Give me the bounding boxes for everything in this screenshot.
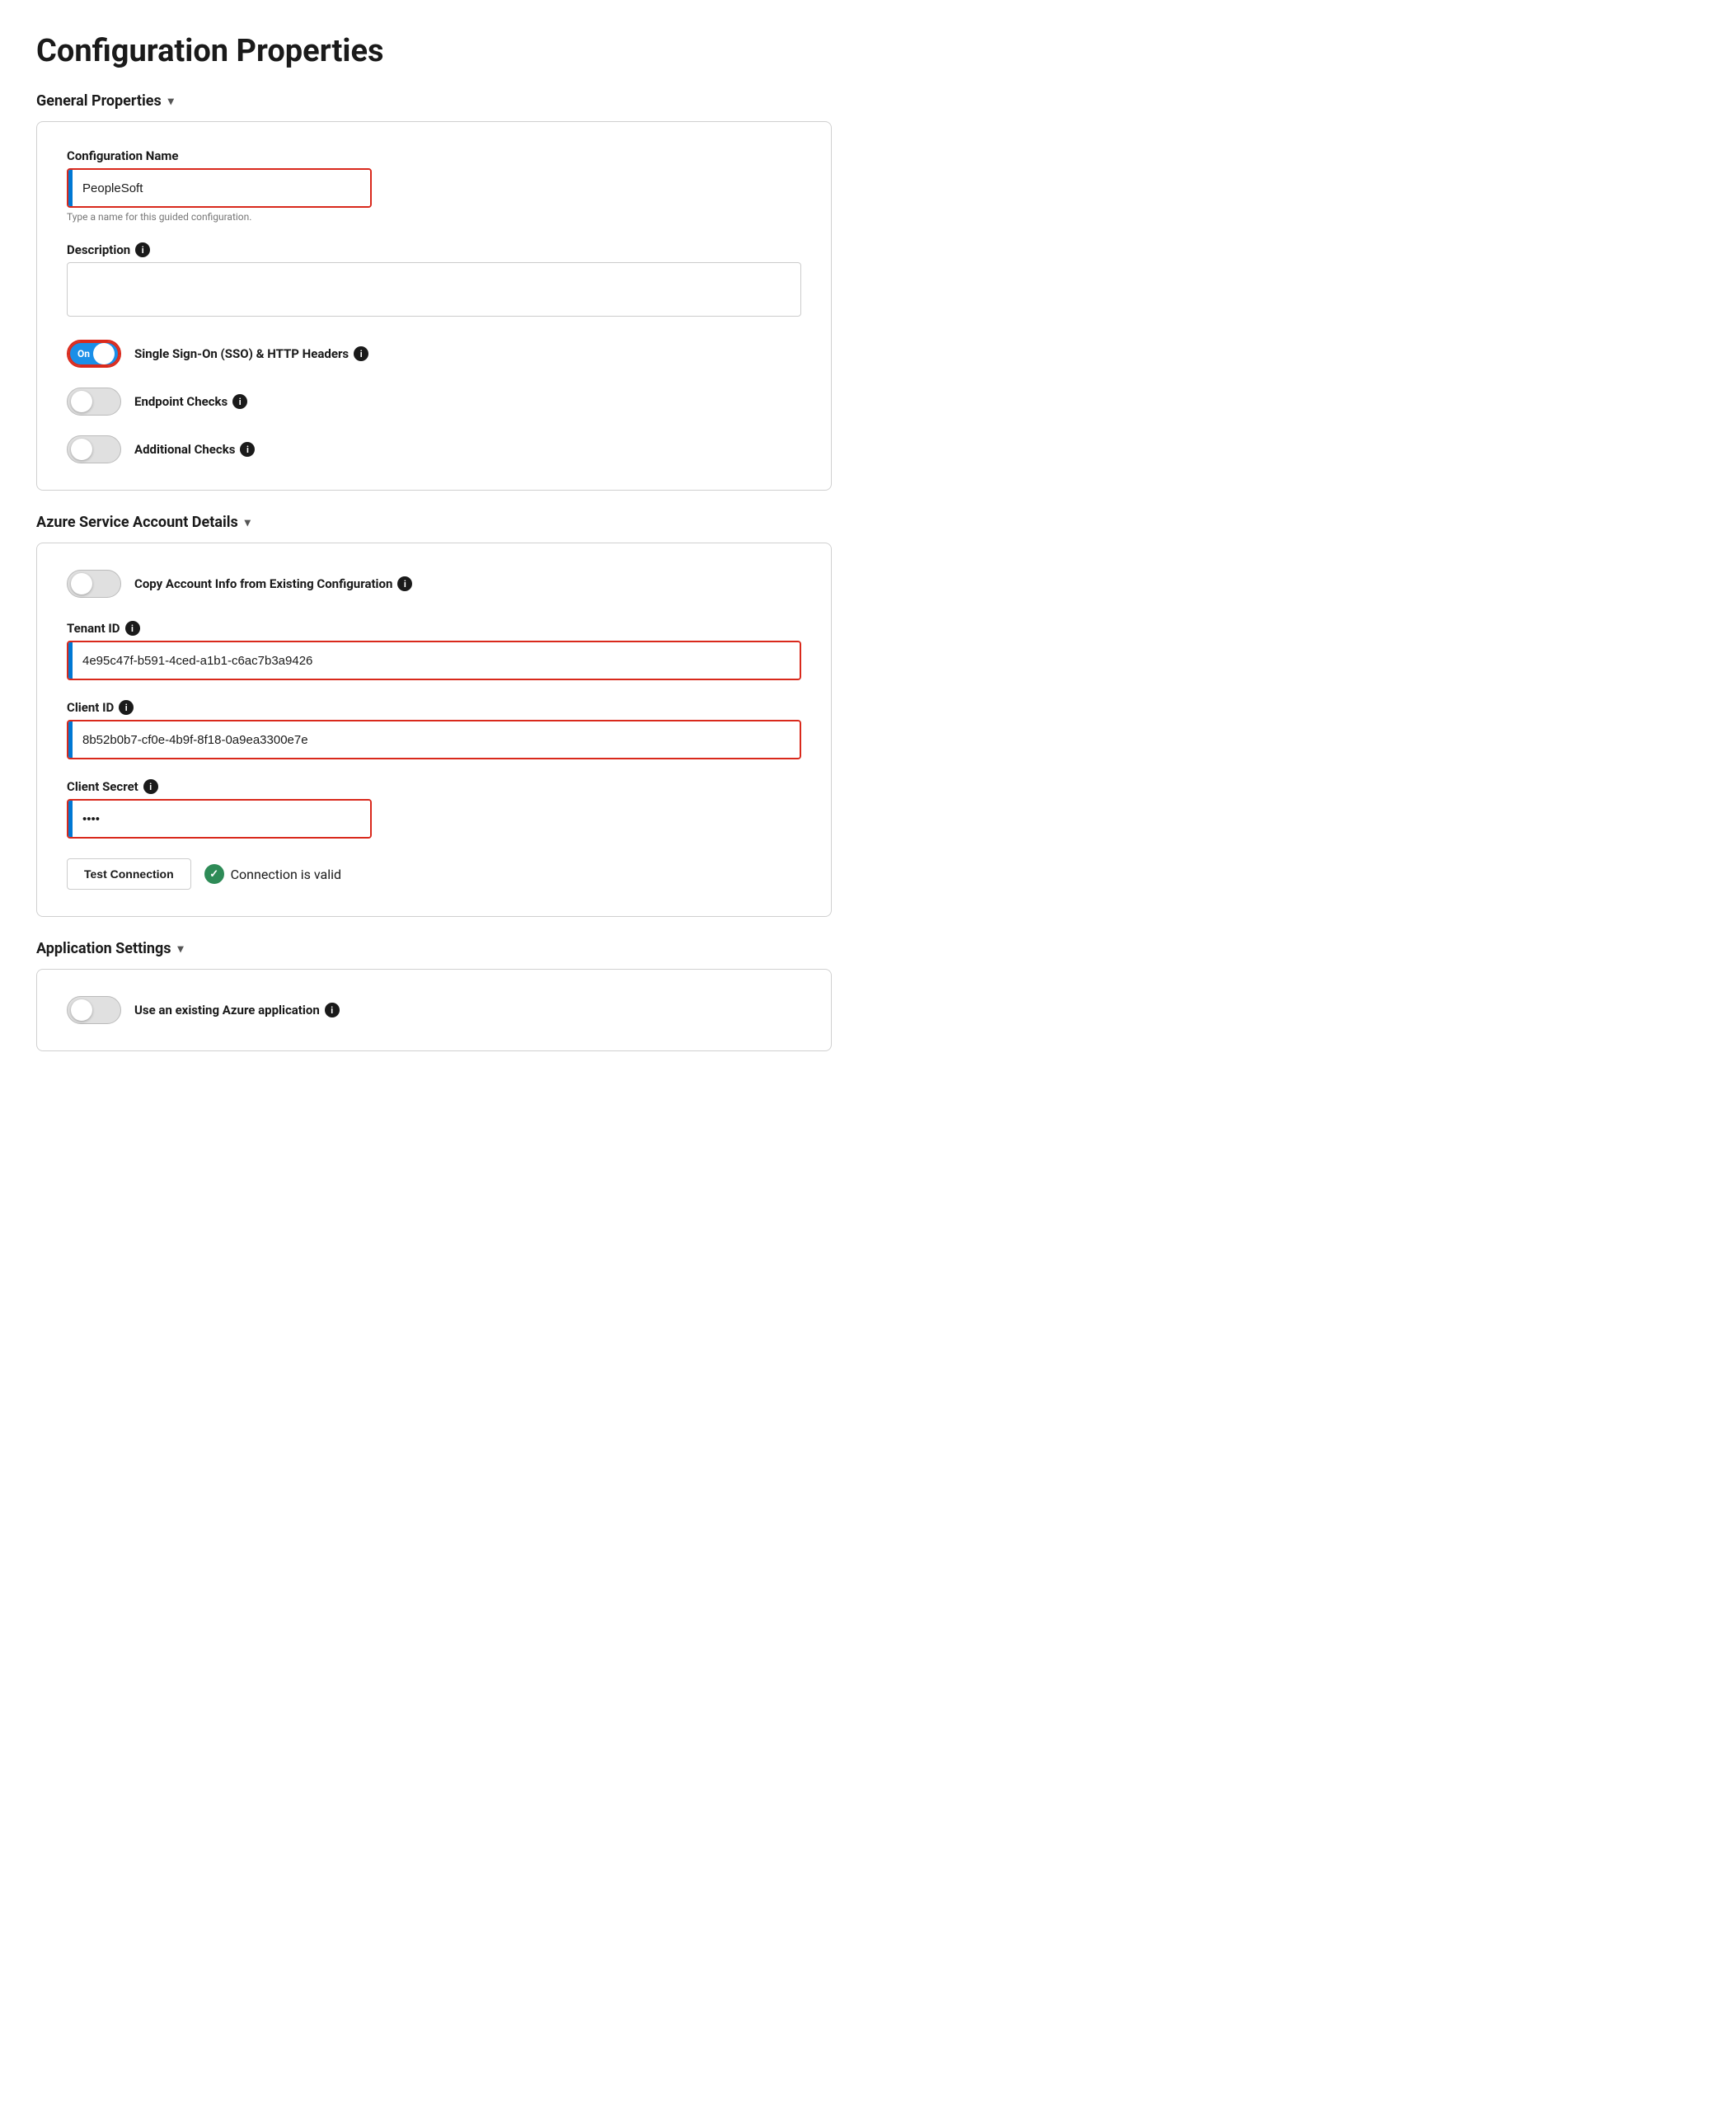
description-label: Description i — [67, 242, 801, 257]
existing-app-toggle-row: Use an existing Azure application i — [67, 996, 801, 1024]
existing-app-knob — [71, 999, 92, 1021]
copy-account-toggle-row: Copy Account Info from Existing Configur… — [67, 570, 801, 598]
client-secret-input[interactable] — [73, 801, 370, 837]
additional-label: Additional Checks i — [134, 442, 255, 457]
general-properties-chevron[interactable]: ▾ — [168, 95, 174, 108]
client-id-input-wrap — [67, 720, 801, 759]
test-connection-button[interactable]: Test Connection — [67, 858, 191, 890]
additional-toggle-row: Additional Checks i — [67, 435, 801, 463]
existing-app-track — [67, 996, 121, 1024]
config-name-label: Configuration Name — [67, 148, 801, 163]
config-name-red-border — [67, 168, 372, 208]
tenant-id-info-icon[interactable]: i — [125, 621, 140, 636]
azure-service-card: Copy Account Info from Existing Configur… — [36, 543, 832, 917]
tenant-id-group: Tenant ID i — [67, 621, 801, 680]
sso-toggle-row: On Single Sign-On (SSO) & HTTP Headers i — [67, 340, 801, 368]
general-properties-card: Configuration Name Type a name for this … — [36, 121, 832, 491]
endpoint-toggle[interactable] — [67, 388, 121, 416]
additional-knob — [71, 439, 92, 460]
description-group: Description i — [67, 242, 801, 320]
tenant-id-label: Tenant ID i — [67, 621, 801, 636]
general-properties-header: General Properties ▾ — [36, 92, 832, 110]
copy-account-label: Copy Account Info from Existing Configur… — [134, 576, 412, 591]
client-secret-group: Client Secret i — [67, 779, 801, 839]
connection-status: ✓ Connection is valid — [204, 864, 341, 884]
description-input[interactable] — [67, 262, 801, 317]
tenant-id-input-wrap — [67, 641, 801, 680]
existing-app-info-icon[interactable]: i — [325, 1003, 340, 1017]
endpoint-knob — [71, 391, 92, 412]
config-name-input[interactable] — [73, 170, 370, 206]
sso-on-label: On — [77, 348, 90, 359]
sso-toggle[interactable]: On — [67, 340, 121, 368]
sso-info-icon[interactable]: i — [354, 346, 368, 361]
sso-label: Single Sign-On (SSO) & HTTP Headers i — [134, 346, 368, 361]
copy-account-knob — [71, 573, 92, 594]
connection-status-text: Connection is valid — [231, 867, 341, 882]
test-connection-row: Test Connection ✓ Connection is valid — [67, 858, 801, 890]
config-name-hint: Type a name for this guided configuratio… — [67, 211, 801, 223]
endpoint-label: Endpoint Checks i — [134, 394, 247, 409]
endpoint-toggle-row: Endpoint Checks i — [67, 388, 801, 416]
azure-service-header: Azure Service Account Details ▾ — [36, 514, 832, 531]
azure-service-chevron[interactable]: ▾ — [245, 516, 251, 529]
config-name-input-wrap — [67, 168, 372, 208]
client-id-label: Client ID i — [67, 700, 801, 715]
client-secret-red-border — [67, 799, 372, 839]
app-settings-label: Application Settings — [36, 940, 171, 957]
client-secret-input-wrap — [67, 799, 372, 839]
client-id-info-icon[interactable]: i — [119, 700, 134, 715]
additional-track — [67, 435, 121, 463]
azure-service-label: Azure Service Account Details — [36, 514, 238, 531]
app-settings-card: Use an existing Azure application i — [36, 969, 832, 1051]
app-settings-chevron[interactable]: ▾ — [178, 942, 184, 956]
connection-check-icon: ✓ — [204, 864, 224, 884]
app-settings-header: Application Settings ▾ — [36, 940, 832, 957]
client-id-group: Client ID i — [67, 700, 801, 759]
page-title: Configuration Properties — [36, 33, 832, 69]
endpoint-track — [67, 388, 121, 416]
sso-knob — [93, 343, 115, 364]
copy-account-info-icon[interactable]: i — [397, 576, 412, 591]
sso-track: On — [68, 341, 120, 366]
description-info-icon[interactable]: i — [135, 242, 150, 257]
endpoint-info-icon[interactable]: i — [232, 394, 247, 409]
copy-account-toggle[interactable] — [67, 570, 121, 598]
tenant-id-input[interactable] — [73, 642, 800, 679]
client-id-input[interactable] — [73, 721, 800, 758]
existing-app-toggle[interactable] — [67, 996, 121, 1024]
existing-app-label: Use an existing Azure application i — [134, 1003, 340, 1017]
copy-account-track — [67, 570, 121, 598]
client-secret-label: Client Secret i — [67, 779, 801, 794]
additional-info-icon[interactable]: i — [240, 442, 255, 457]
client-secret-info-icon[interactable]: i — [143, 779, 158, 794]
additional-toggle[interactable] — [67, 435, 121, 463]
config-name-group: Configuration Name Type a name for this … — [67, 148, 801, 223]
general-properties-label: General Properties — [36, 92, 162, 110]
